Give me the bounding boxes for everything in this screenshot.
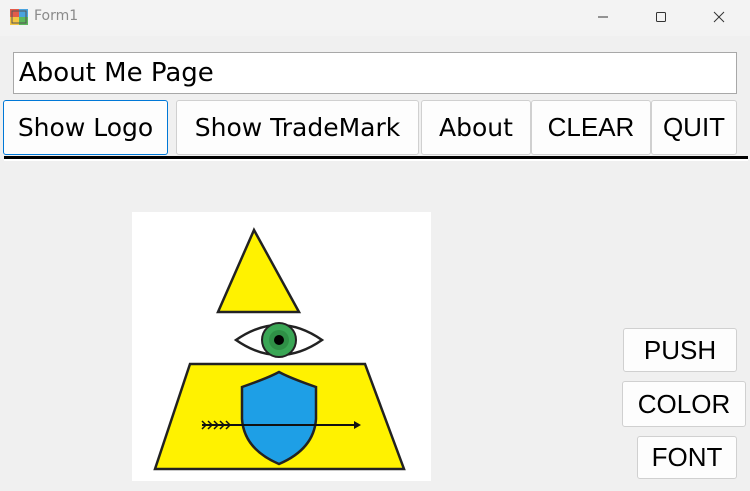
- color-button[interactable]: COLOR: [622, 381, 746, 427]
- close-icon: [713, 11, 725, 23]
- push-button[interactable]: PUSH: [623, 328, 737, 372]
- maximize-button[interactable]: [632, 0, 690, 34]
- logo-picture: [132, 212, 431, 481]
- show-logo-button[interactable]: Show Logo: [3, 100, 168, 155]
- window-titlebar: Form1: [0, 0, 750, 36]
- window-title: Form1: [34, 8, 79, 24]
- minimize-icon: [598, 16, 608, 18]
- about-button[interactable]: About: [421, 100, 531, 155]
- eye-icon: [233, 322, 325, 358]
- minimize-button[interactable]: [574, 0, 632, 34]
- app-icon: [10, 9, 28, 25]
- maximize-icon: [656, 12, 666, 22]
- close-button[interactable]: [690, 0, 748, 34]
- clear-button[interactable]: CLEAR: [531, 100, 651, 155]
- quit-button[interactable]: QUIT: [651, 100, 737, 155]
- show-trademark-button[interactable]: Show TradeMark: [176, 100, 419, 155]
- page-title-field[interactable]: About Me Page: [13, 52, 737, 94]
- font-button[interactable]: FONT: [637, 436, 737, 479]
- all-seeing-eye-logo: [153, 227, 406, 471]
- divider-highlight: [4, 159, 748, 161]
- top-triangle: [216, 227, 302, 314]
